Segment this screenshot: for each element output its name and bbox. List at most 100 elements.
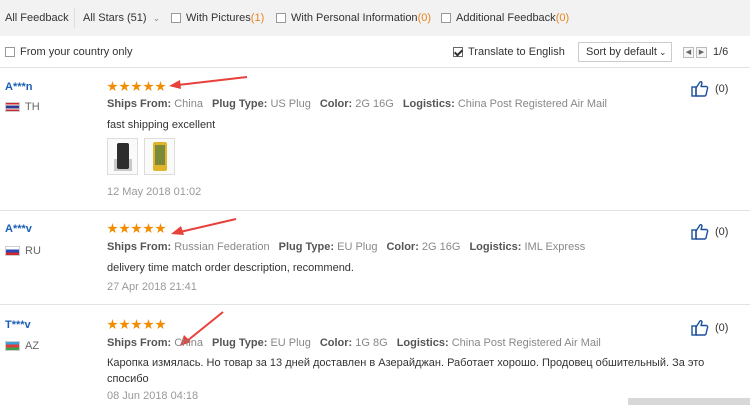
star-rating (107, 81, 167, 92)
from-country-checkbox[interactable] (5, 47, 15, 57)
chevron-down-icon: ⌄ (658, 47, 667, 57)
reviewer-name[interactable]: A***n (5, 81, 33, 93)
additional-feedback-checkbox[interactable] (441, 13, 451, 23)
azerbaijan-flag-icon (5, 341, 20, 351)
logistics-attr: Logistics: China Post Registered Air Mai… (397, 337, 601, 349)
review-image-thumbnail[interactable] (107, 138, 138, 175)
color-key: Color: (319, 98, 353, 110)
color-attr: Color: 2G 16G (386, 241, 460, 253)
additional-feedback-count: (0) (555, 12, 570, 24)
ships-from-key: Ships From: (107, 241, 172, 253)
plug-type-value: EU Plug (337, 241, 378, 253)
reviewer-name[interactable]: A***v (5, 223, 32, 235)
thailand-flag-icon (5, 102, 20, 112)
helpful-count: (0) (715, 82, 729, 95)
star-icon (107, 223, 118, 234)
color-value: 2G 16G (355, 98, 394, 110)
plug-type-attr: Plug Type: US Plug (212, 98, 311, 110)
plug-type-key: Plug Type: (278, 241, 335, 253)
helpful-button[interactable]: (0) (691, 80, 728, 97)
reviewer-name[interactable]: T***v (5, 319, 31, 331)
personal-info-checkbox[interactable] (276, 13, 286, 23)
star-rating (107, 319, 167, 330)
helpful-count: (0) (715, 321, 729, 334)
color-attr: Color: 2G 16G (320, 98, 394, 110)
logistics-value: IML Express (524, 241, 586, 253)
star-icon (155, 223, 166, 234)
star-icon (155, 81, 166, 92)
review-image-thumbnail[interactable] (144, 138, 175, 175)
ships-from-value: Russian Federation (174, 241, 270, 253)
personal-info-filter[interactable]: With Personal Information (0) (276, 12, 431, 24)
logistics-key: Logistics: (402, 98, 455, 110)
from-country-option[interactable]: From your country only (5, 46, 132, 58)
russia-flag-icon (5, 246, 20, 256)
additional-feedback-filter[interactable]: Additional Feedback (0) (441, 12, 569, 24)
order-attributes: Ships From: China Plug Type: US Plug Col… (107, 98, 616, 110)
review-images (107, 138, 181, 175)
country-code: AZ (25, 340, 40, 352)
color-attr: Color: 1G 8G (320, 337, 388, 349)
star-icon (107, 81, 118, 92)
annotation-arrow-icon (171, 218, 237, 235)
helpful-count: (0) (715, 225, 729, 238)
with-pictures-checkbox[interactable] (171, 13, 181, 23)
annotation-arrow-icon (169, 76, 248, 89)
star-icon (131, 319, 142, 330)
ships-from-attr: Ships From: China (107, 98, 203, 110)
personal-info-count: (0) (417, 12, 432, 24)
color-value: 1G 8G (355, 337, 388, 349)
star-icon (143, 223, 154, 234)
from-country-label: From your country only (20, 46, 133, 58)
review-item: A***n TH Ships From: China Plug Type: US… (0, 68, 750, 211)
star-icon (143, 319, 154, 330)
translate-checkbox[interactable] (453, 47, 463, 57)
review-item: T***v AZ Ships From: China Plug Type: EU… (0, 305, 750, 405)
all-stars-dropdown[interactable]: All Stars (51) ⌄ (83, 12, 160, 24)
thumbs-up-icon (691, 80, 709, 97)
review-text: delivery time match order description, r… (107, 262, 354, 274)
plug-type-attr: Plug Type: EU Plug (279, 241, 378, 253)
sort-dropdown[interactable]: Sort by default ⌄ (578, 42, 672, 62)
logistics-key: Logistics: (469, 241, 522, 253)
order-attributes: Ships From: Russian Federation Plug Type… (107, 241, 594, 253)
all-feedback-tab[interactable]: All Feedback (5, 12, 69, 24)
translate-option[interactable]: Translate to English (453, 46, 565, 58)
prev-page-button[interactable]: ◀ (683, 46, 694, 58)
ships-from-attr: Ships From: China (107, 337, 203, 349)
all-stars-label: All Stars (51) (83, 12, 147, 24)
filter-divider (74, 8, 75, 28)
with-pictures-label: With Pictures (186, 12, 251, 24)
review-date: 08 Jun 2018 04:18 (107, 390, 199, 402)
with-pictures-filter[interactable]: With Pictures (1) (171, 12, 264, 24)
filter-bar: All Feedback All Stars (51) ⌄ With Pictur… (0, 0, 750, 36)
reviewer-country: TH (5, 101, 40, 113)
pager: ◀ ▶ 1/6 (683, 46, 728, 58)
ships-from-value: China (174, 98, 203, 110)
helpful-button[interactable]: (0) (691, 319, 728, 336)
translate-label: Translate to English (468, 46, 565, 58)
star-icon (119, 223, 130, 234)
logistics-attr: Logistics: China Post Registered Air Mai… (403, 98, 607, 110)
star-icon (143, 81, 154, 92)
reviewer-country: RU (5, 245, 41, 257)
helpful-button[interactable]: (0) (691, 223, 728, 240)
plug-type-value: EU Plug (270, 337, 311, 349)
color-key: Color: (319, 337, 353, 349)
thumbs-up-icon (691, 319, 709, 336)
review-text: fast shipping excellent (107, 119, 216, 131)
plug-type-key: Plug Type: (211, 337, 268, 349)
thumbs-up-icon (691, 223, 709, 240)
star-icon (131, 223, 142, 234)
plug-type-key: Plug Type: (211, 98, 268, 110)
star-rating (107, 223, 167, 234)
logistics-value: China Post Registered Air Mail (457, 98, 608, 110)
chevron-down-icon: ⌄ (152, 13, 161, 23)
sort-label: Sort by default (586, 46, 657, 58)
review-item: A***v RU Ships From: Russian Federation … (0, 211, 750, 305)
logistics-key: Logistics: (396, 337, 449, 349)
bottom-bar (628, 398, 750, 405)
plug-type-attr: Plug Type: EU Plug (212, 337, 311, 349)
star-icon (119, 81, 130, 92)
next-page-button[interactable]: ▶ (696, 46, 707, 58)
